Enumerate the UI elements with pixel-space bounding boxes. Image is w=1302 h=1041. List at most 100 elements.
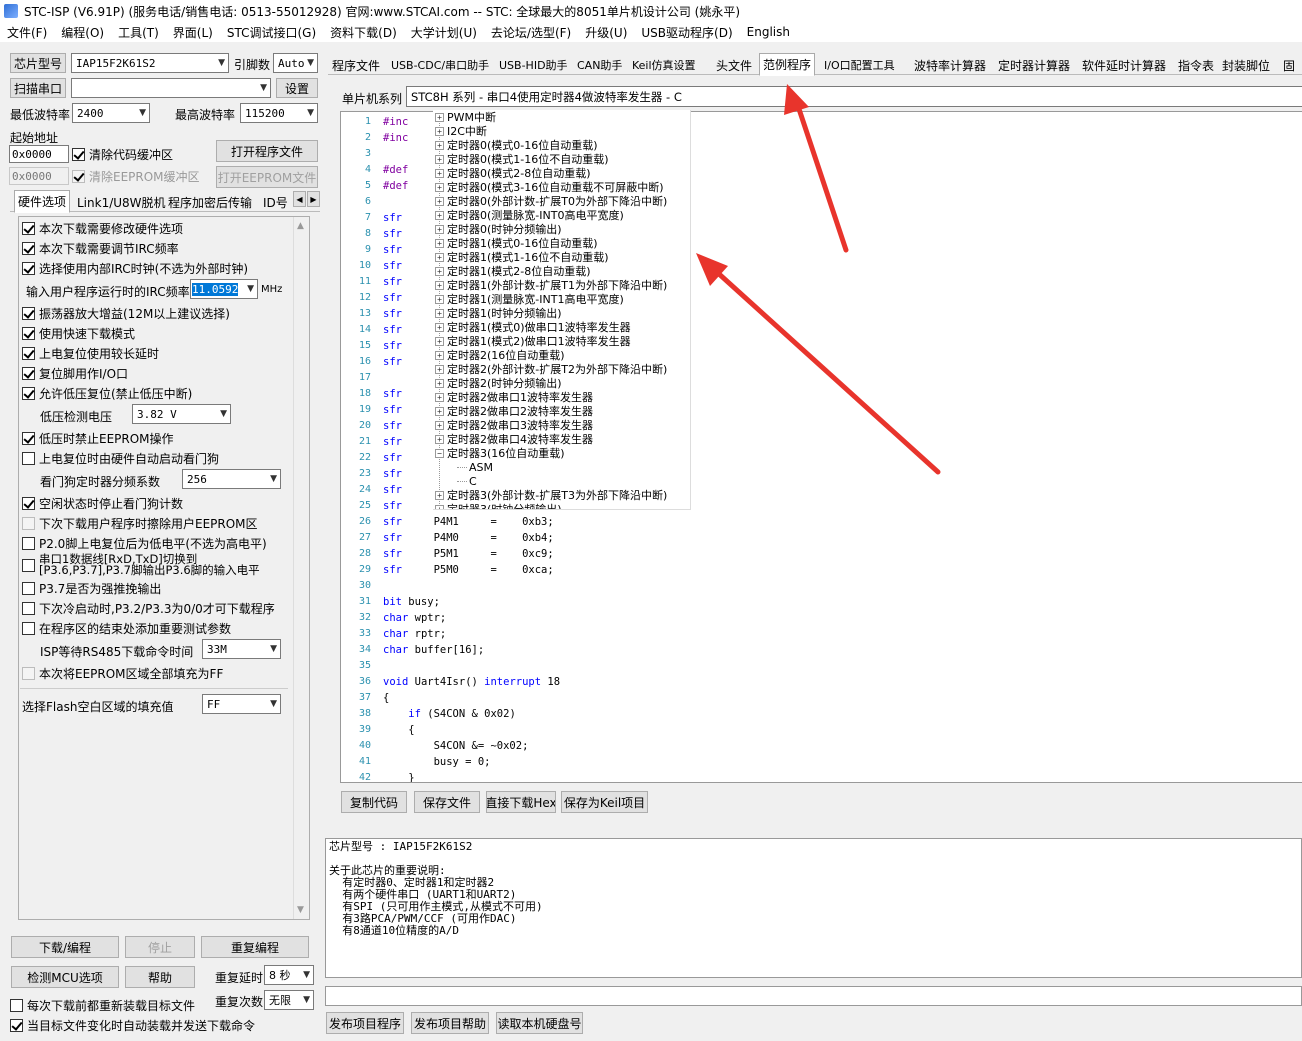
hw-option-modify[interactable]: 本次下载需要修改硬件选项 (22, 219, 183, 237)
collapse-icon[interactable]: − (435, 448, 444, 458)
repeat-delay-select[interactable]: 8 秒 ▼ (264, 965, 314, 985)
tree-node[interactable]: + 定时器2(16位自动重载) (435, 348, 565, 362)
download-program-button[interactable]: 下载/编程 (11, 936, 119, 958)
port-select[interactable]: ▼ (71, 78, 271, 98)
tab-encrypt[interactable]: 程序加密后传输 (165, 192, 255, 212)
tab-more[interactable]: 固 (1283, 55, 1295, 75)
hw-option-idle-stop-wdt[interactable]: 空闲状态时停止看门狗计数 (22, 494, 183, 512)
expand-icon[interactable]: + (435, 406, 444, 416)
tree-node[interactable]: + 定时器1(测量脉宽-INT1高电平宽度) (435, 292, 624, 306)
scroll-up-icon[interactable]: ▲ (297, 221, 304, 231)
example-select[interactable]: STC8H 系列 - 串口4使用定时器4做波特率发生器 - C (406, 86, 1302, 107)
expand-icon[interactable]: + (435, 126, 444, 136)
scroll-down-icon[interactable]: ▼ (297, 905, 304, 915)
tree-node[interactable]: + 定时器3(外部计数-扩展T3为外部下降沿中断) (435, 488, 667, 502)
low-voltage-select[interactable]: 3.82 V ▼ (132, 404, 231, 424)
hw-option-cold-boot[interactable]: 下次冷启动时,P3.2/P3.3为0/0才可下载程序 (22, 599, 275, 617)
expand-icon[interactable]: + (435, 392, 444, 402)
hw-option-p37-pushpull[interactable]: P3.7是否为强推挽输出 (22, 579, 161, 597)
tab-instructions[interactable]: 指令表 (1175, 55, 1217, 75)
tree-node[interactable]: + 定时器1(模式0-16位自动重载) (435, 236, 598, 250)
tree-node[interactable]: + 定时器2(时钟分频输出) (435, 376, 562, 390)
tree-node[interactable]: + 定时器1(模式2-8位自动重载) (435, 264, 591, 278)
tab-io-config[interactable]: I/O口配置工具 (821, 55, 898, 75)
tab-keil-sim[interactable]: Keil仿真设置 (629, 55, 699, 75)
hw-option-p20-low[interactable]: P2.0脚上电复位后为低电平(不选为高电平) (22, 534, 267, 552)
save-keil-button[interactable]: 保存为Keil项目 (561, 791, 648, 813)
menu-tools[interactable]: 工具(T) (111, 24, 166, 41)
tab-usb-hid[interactable]: USB-HID助手 (496, 55, 571, 75)
expand-icon[interactable]: + (435, 112, 444, 122)
expand-icon[interactable]: + (435, 154, 444, 164)
read-disk-button[interactable]: 读取本机硬盘号 (496, 1012, 583, 1034)
tab-link1[interactable]: Link1/U8W脱机 (74, 192, 169, 212)
hw-option-low-voltage-reset[interactable]: 允许低压复位(禁止低压中断) (22, 384, 192, 402)
auto-send-checkbox[interactable]: 当目标文件变化时自动装载并发送下载命令 (10, 1016, 255, 1034)
menu-usb-driver[interactable]: USB驱动程序(D) (634, 24, 739, 41)
expand-icon[interactable]: + (435, 252, 444, 262)
expand-icon[interactable]: + (435, 322, 444, 332)
pins-select[interactable]: Auto ▼ (273, 53, 318, 73)
tree-node[interactable]: + 定时器0(外部计数-扩展T0为外部下降沿中断) (435, 194, 667, 208)
expand-icon[interactable]: + (435, 280, 444, 290)
menu-upgrade[interactable]: 升级(U) (578, 24, 634, 41)
tab-header-file[interactable]: 头文件 (713, 55, 755, 75)
tree-node[interactable]: + 定时器2做串口1波特率发生器 (435, 390, 593, 404)
expand-icon[interactable]: + (435, 504, 444, 509)
repeat-count-select[interactable]: 无限 ▼ (264, 990, 314, 1010)
tab-delay-calc[interactable]: 软件延时计算器 (1079, 55, 1169, 75)
tree-node[interactable]: + 定时器0(测量脉宽-INT0高电平宽度) (435, 208, 624, 222)
hw-option-fast-download[interactable]: 使用快速下载模式 (22, 324, 135, 342)
tree-node[interactable]: + 定时器2(外部计数-扩展T2为外部下降沿中断) (435, 362, 667, 376)
hw-option-reset-io[interactable]: 复位脚用作I/O口 (22, 364, 128, 382)
expand-icon[interactable]: + (435, 238, 444, 248)
example-tree-dropdown[interactable]: + PWM中断 + I2C中断 + 定时器0(模式0-16位自动重载) + 定时器0(模式1-… (433, 110, 691, 510)
expand-icon[interactable]: + (435, 308, 444, 318)
tree-node[interactable]: − 定时器3(16位自动重载) (435, 446, 565, 460)
hw-option-internal-irc[interactable]: 选择使用内部IRC时钟(不选为外部时钟) (22, 259, 248, 277)
tab-hardware-options[interactable]: 硬件选项 (14, 190, 71, 213)
tree-leaf[interactable]: C (457, 474, 477, 488)
expand-icon[interactable]: + (435, 266, 444, 276)
hw-option-irc-adjust[interactable]: 本次下载需要调节IRC频率 (22, 239, 179, 257)
hw-option-long-delay[interactable]: 上电复位使用较长延时 (22, 344, 159, 362)
download-hex-button[interactable]: 直接下载Hex (486, 791, 556, 813)
expand-icon[interactable]: + (435, 350, 444, 360)
tree-node[interactable]: + 定时器0(模式3-16位自动重载不可屏蔽中断) (435, 180, 664, 194)
expand-icon[interactable]: + (435, 182, 444, 192)
flash-fill-select[interactable]: FF ▼ (202, 694, 281, 714)
tab-baud-calc[interactable]: 波特率计算器 (911, 55, 989, 75)
open-program-file-button[interactable]: 打开程序文件 (216, 140, 318, 162)
watchdog-div-select[interactable]: 256 ▼ (182, 469, 281, 489)
menu-english[interactable]: English (740, 25, 797, 39)
tab-scroll-left-icon[interactable]: ◀ (293, 191, 306, 207)
save-file-button[interactable]: 保存文件 (414, 791, 480, 813)
tab-timer-calc[interactable]: 定时器计算器 (995, 55, 1073, 75)
help-button[interactable]: 帮助 (125, 966, 195, 988)
min-baud-select[interactable]: 2400 ▼ (72, 103, 150, 123)
scan-port-button[interactable]: 扫描串口 (10, 78, 66, 98)
rs485-wait-select[interactable]: 33M ▼ (202, 639, 281, 659)
hw-option-test-params[interactable]: 在程序区的结束处添加重要测试参数 (22, 619, 231, 637)
tree-node[interactable]: + 定时器1(时钟分频输出) (435, 306, 562, 320)
chip-model-button[interactable]: 芯片型号 (10, 53, 66, 73)
menu-file[interactable]: 文件(F) (0, 24, 54, 41)
menu-program[interactable]: 编程(O) (54, 24, 111, 41)
reprogram-button[interactable]: 重复编程 (201, 936, 309, 958)
expand-icon[interactable]: + (435, 140, 444, 150)
tab-can[interactable]: CAN助手 (574, 55, 625, 75)
tree-node[interactable]: + 定时器2做串口4波特率发生器 (435, 432, 593, 446)
expand-icon[interactable]: + (435, 490, 444, 500)
tree-node[interactable]: + 定时器1(外部计数-扩展T1为外部下降沿中断) (435, 278, 667, 292)
expand-icon[interactable]: + (435, 196, 444, 206)
chip-model-select[interactable]: IAP15F2K61S2 ▼ (71, 53, 229, 73)
tree-node[interactable]: + 定时器0(模式1-16位不自动重载) (435, 152, 609, 166)
hw-option-uart1-switch[interactable]: 串口1数据线[RxD,TxD]切换到 [P3.6,P3.7],P3.7脚输出P3.… (22, 553, 260, 576)
expand-icon[interactable]: + (435, 294, 444, 304)
hw-option-gain[interactable]: 振荡器放大增益(12M以上建议选择) (22, 304, 230, 322)
copy-code-button[interactable]: 复制代码 (341, 791, 407, 813)
hw-option-eeprom-lowvolt[interactable]: 低压时禁止EEPROM操作 (22, 429, 174, 447)
tree-node[interactable]: + PWM中断 (435, 110, 496, 124)
menu-interface[interactable]: 界面(L) (166, 24, 220, 41)
tab-usb-cdc[interactable]: USB-CDC/串口助手 (388, 55, 492, 75)
